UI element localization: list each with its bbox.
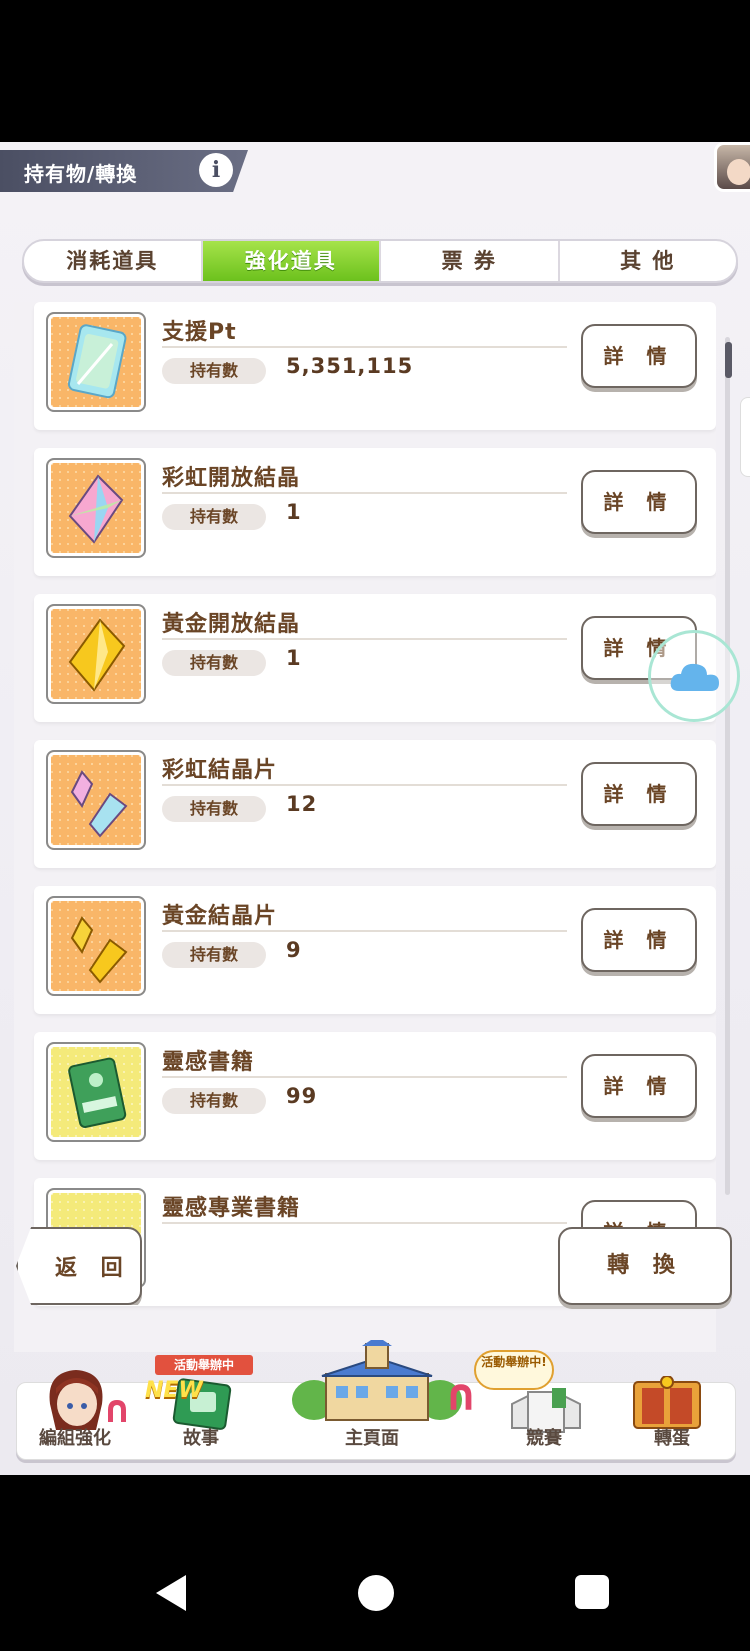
back-button[interactable]: 返 回	[55, 1250, 131, 1282]
own-label: 持有數	[162, 1088, 266, 1114]
gold-shard-icon	[46, 896, 146, 996]
row-divider	[162, 1076, 567, 1078]
info-button[interactable]: i	[199, 153, 233, 187]
side-panel-handle[interactable]	[740, 397, 750, 477]
detail-button[interactable]: 詳 情	[581, 470, 697, 534]
item-name: 支援Pt	[162, 320, 237, 345]
tab-consumables[interactable]: 消耗道具	[24, 241, 203, 281]
convert-button[interactable]: 轉 換	[558, 1227, 732, 1305]
row-divider	[162, 930, 567, 932]
row-divider	[162, 492, 567, 494]
own-count: 1	[286, 500, 302, 524]
detail-button[interactable]: 詳 情	[581, 762, 697, 826]
nav-back-icon[interactable]	[156, 1575, 186, 1611]
own-count: 99	[286, 1084, 318, 1108]
menu-race[interactable]: 競賽	[484, 1424, 604, 1450]
rainbow-shard-icon	[46, 750, 146, 850]
detail-button[interactable]: 詳 情	[581, 324, 697, 388]
item-name: 靈感書籍	[162, 1050, 255, 1075]
own-label: 持有數	[162, 504, 266, 530]
page-title: 持有物/轉換	[24, 162, 138, 186]
item-name: 黃金開放結晶	[162, 612, 301, 637]
new-badge: NEW	[145, 1378, 203, 1403]
scrollbar-thumb[interactable]	[725, 342, 732, 378]
rainbow-crystal-icon	[46, 458, 146, 558]
nav-recent-apps-icon[interactable]	[575, 1575, 609, 1609]
category-tabs: 消耗道具 強化道具 票 券 其 他	[22, 239, 738, 283]
gold-crystal-icon	[46, 604, 146, 704]
item-name: 黃金結晶片	[162, 904, 278, 929]
android-nav-bar	[0, 1475, 750, 1651]
own-label: 持有數	[162, 358, 266, 384]
list-item: 靈感書籍 持有數 99 詳 情	[34, 1032, 716, 1160]
event-badge: 活動舉辦中	[155, 1355, 253, 1375]
detail-button[interactable]: 詳 情	[581, 1054, 697, 1118]
own-count: 1	[286, 646, 302, 670]
list-item: 彩虹結晶片 持有數 12 詳 情	[34, 740, 716, 868]
item-name: 彩虹結晶片	[162, 758, 278, 783]
event-bubble: 活動舉辦中!	[474, 1350, 554, 1390]
cloud-icon	[670, 663, 719, 691]
menu-story[interactable]: 故事	[146, 1424, 256, 1450]
own-count: 9	[286, 938, 302, 962]
gacha-gate-icon	[633, 1376, 701, 1429]
own-label: 持有數	[162, 942, 266, 968]
main-building-icon	[292, 1340, 462, 1421]
own-count: 12	[286, 792, 318, 816]
row-divider	[162, 346, 567, 348]
tab-tickets[interactable]: 票 券	[381, 241, 560, 281]
row-divider	[162, 638, 567, 640]
status-bar	[0, 0, 750, 142]
list-item: 支援Pt 持有數 5,351,115 詳 情	[34, 302, 716, 430]
horseshoe-icon	[108, 1400, 126, 1422]
menu-team-enhance[interactable]: 編組強化	[22, 1424, 128, 1450]
tab-enhancement[interactable]: 強化道具	[202, 241, 381, 281]
detail-button[interactable]: 詳 情	[581, 908, 697, 972]
horseshoe-icon	[450, 1384, 472, 1410]
support-pt-card-icon	[46, 312, 146, 412]
list-item: 彩虹開放結晶 持有數 1 詳 情	[34, 448, 716, 576]
list-item: 黃金開放結晶 持有數 1 詳 情	[34, 594, 716, 722]
own-count: 5,351,115	[286, 354, 414, 378]
menu-home[interactable]: 主頁面	[300, 1424, 444, 1450]
profile-avatar[interactable]	[714, 142, 750, 192]
own-label: 持有數	[162, 650, 266, 676]
nav-home-icon[interactable]	[358, 1575, 394, 1611]
item-name: 靈感專業書籍	[162, 1196, 301, 1221]
item-list[interactable]: 支援Pt 持有數 5,351,115 詳 情 彩虹開放結晶 持有數 1 詳 情	[14, 302, 716, 1352]
app-screen: 持有物/轉換 i 消耗道具 強化道具 票 券 其 他 支援Pt 持有數 5,35…	[0, 142, 750, 1475]
list-item: 黃金結晶片 持有數 9 詳 情	[34, 886, 716, 1014]
scrollbar-track[interactable]	[725, 337, 730, 1195]
menu-gacha[interactable]: 轉蛋	[612, 1424, 732, 1450]
item-name: 彩虹開放結晶	[162, 466, 301, 491]
row-divider	[162, 784, 567, 786]
row-divider	[162, 1222, 567, 1224]
cloud-sync-button[interactable]	[648, 630, 740, 722]
tab-others[interactable]: 其 他	[560, 241, 737, 281]
own-label: 持有數	[162, 796, 266, 822]
book-icon	[46, 1042, 146, 1142]
